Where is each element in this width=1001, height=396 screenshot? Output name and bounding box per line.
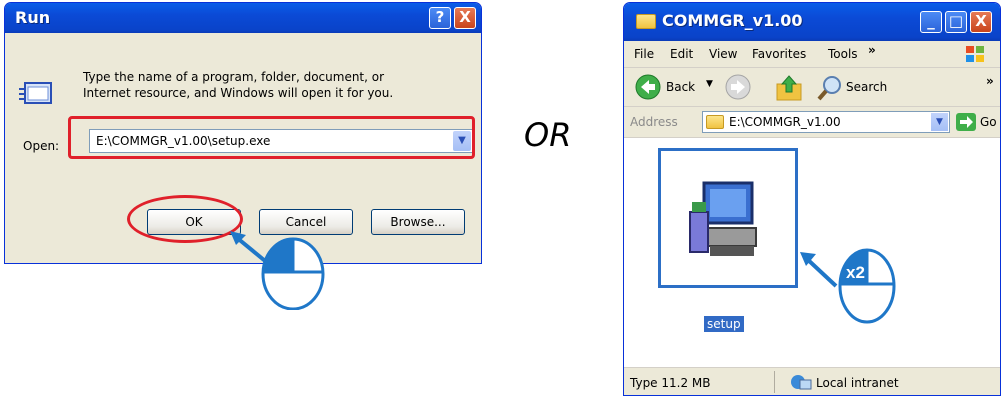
status-bar: Type 11.2 MB Local intranet xyxy=(624,367,1000,395)
folder-icon xyxy=(636,14,656,29)
close-button[interactable]: X xyxy=(454,7,476,29)
run-title: Run xyxy=(15,8,51,27)
menu-view[interactable]: View xyxy=(709,47,737,61)
close-button[interactable]: X xyxy=(970,11,992,33)
open-field-highlight xyxy=(68,116,475,159)
menu-more-icon[interactable]: » xyxy=(868,43,876,57)
windows-logo-icon xyxy=(966,46,984,62)
go-arrow-icon[interactable] xyxy=(956,113,976,131)
run-description: Type the name of a program, folder, docu… xyxy=(83,69,393,101)
explorer-window: COMMGR_v1.00 _ □ X File Edit View Favori… xyxy=(623,2,1001,396)
chevron-down-icon[interactable]: ▼ xyxy=(931,113,948,131)
address-bar: Address E:\COMMGR_v1.00 ▼ Go xyxy=(624,107,1000,138)
back-dropdown-icon[interactable]: ▼ xyxy=(706,79,713,89)
mouse-double-click-icon: x2 xyxy=(838,248,896,324)
toolbar: Back ▼ Search » xyxy=(624,68,1000,107)
back-arrow-icon[interactable] xyxy=(634,73,662,101)
search-icon[interactable] xyxy=(816,74,844,102)
go-button[interactable]: Go xyxy=(980,115,997,129)
maximize-button[interactable]: □ xyxy=(945,11,967,33)
explorer-title: COMMGR_v1.00 xyxy=(662,11,803,30)
status-divider xyxy=(774,371,775,393)
run-description-line1: Type the name of a program, folder, docu… xyxy=(83,70,385,84)
address-field[interactable]: E:\COMMGR_v1.00 ▼ xyxy=(702,111,950,133)
menu-favorites[interactable]: Favorites xyxy=(752,47,806,61)
folder-icon xyxy=(706,115,724,129)
menu-file[interactable]: File xyxy=(634,47,654,61)
toolbar-more-icon[interactable]: » xyxy=(986,74,994,88)
status-type: Type 11.2 MB xyxy=(630,376,711,390)
double-click-badge: x2 xyxy=(846,263,865,282)
search-button[interactable]: Search xyxy=(846,80,887,94)
address-input[interactable]: E:\COMMGR_v1.00 xyxy=(729,115,841,129)
run-titlebar[interactable]: Run ? X xyxy=(5,3,481,33)
run-description-line2: Internet resource, and Windows will open… xyxy=(83,86,394,100)
explorer-titlebar[interactable]: COMMGR_v1.00 _ □ X xyxy=(624,3,1000,41)
address-label: Address xyxy=(630,115,678,129)
setup-file-label[interactable]: setup xyxy=(704,316,744,332)
folder-up-icon[interactable] xyxy=(774,74,804,102)
status-zone: Local intranet xyxy=(816,376,899,390)
local-intranet-icon xyxy=(791,375,812,390)
forward-arrow-icon[interactable] xyxy=(724,73,752,101)
help-button[interactable]: ? xyxy=(429,7,451,29)
browse-button[interactable]: Browse... xyxy=(371,209,465,235)
menu-edit[interactable]: Edit xyxy=(670,47,693,61)
or-label: OR xyxy=(524,116,572,154)
run-icon xyxy=(19,82,52,104)
minimize-button[interactable]: _ xyxy=(920,11,942,33)
menubar: File Edit View Favorites Tools » xyxy=(624,41,1000,68)
mouse-click-icon xyxy=(261,237,325,310)
back-button[interactable]: Back xyxy=(666,80,695,94)
setup-computer-icon[interactable] xyxy=(686,178,766,268)
menu-tools[interactable]: Tools xyxy=(828,47,858,61)
open-label: Open: xyxy=(23,139,60,153)
